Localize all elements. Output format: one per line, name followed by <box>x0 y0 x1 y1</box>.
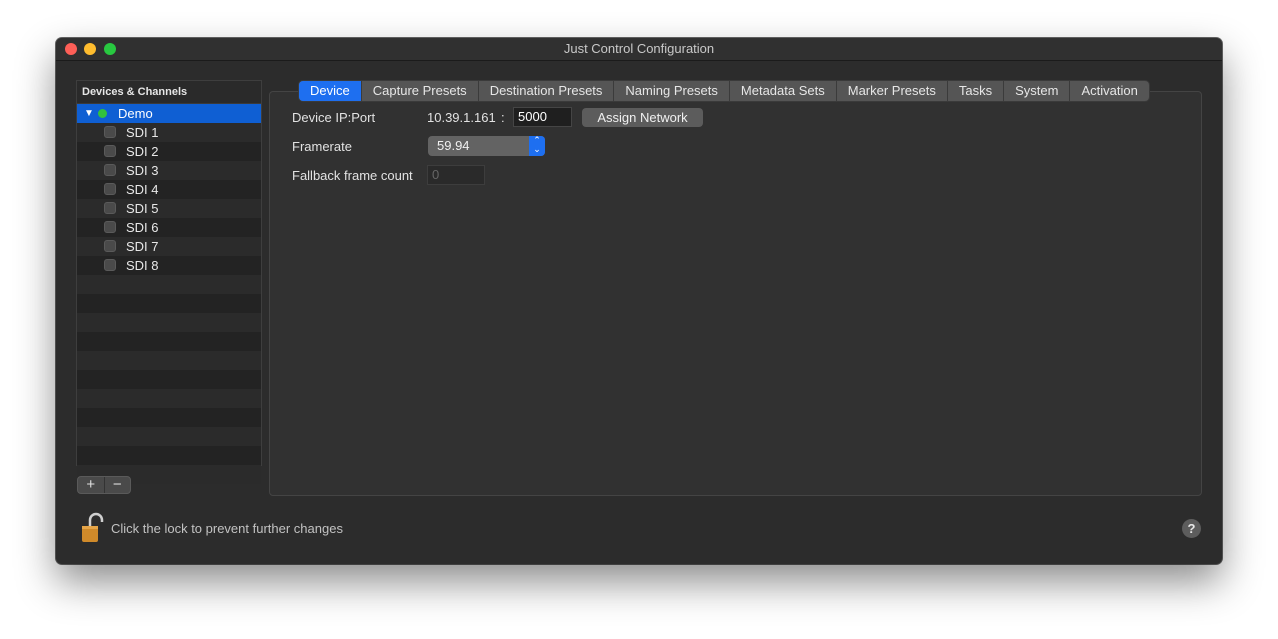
channel-row[interactable]: SDI 7 <box>77 237 261 256</box>
device-label: Demo <box>118 106 153 121</box>
tab-naming-presets[interactable]: Naming Presets <box>613 81 728 101</box>
tab-tasks[interactable]: Tasks <box>946 81 1003 101</box>
empty-row <box>77 313 261 332</box>
add-remove-control: + − <box>77 476 131 494</box>
channel-checkbox[interactable] <box>104 145 116 157</box>
empty-row <box>77 370 261 389</box>
channel-row[interactable]: SDI 3 <box>77 161 261 180</box>
tab-destination-presets[interactable]: Destination Presets <box>477 81 614 101</box>
device-row-demo[interactable]: ▼ Demo <box>77 104 261 123</box>
tab-device[interactable]: Device <box>299 81 361 101</box>
channel-label: SDI 7 <box>126 239 159 254</box>
empty-row <box>77 389 261 408</box>
framerate-value: 59.94 <box>437 138 470 153</box>
channel-checkbox[interactable] <box>104 126 116 138</box>
ip-port-separator: : <box>501 110 505 125</box>
empty-row <box>77 351 261 370</box>
sidebar-header: Devices & Channels <box>77 81 261 104</box>
devices-channels-list: Devices & Channels ▼ Demo SDI 1 SDI 2 SD… <box>76 80 262 484</box>
empty-row <box>77 446 261 465</box>
assign-network-button[interactable]: Assign Network <box>582 108 703 127</box>
tab-capture-presets[interactable]: Capture Presets <box>360 81 478 101</box>
add-device-button[interactable]: + <box>78 477 104 493</box>
empty-row <box>77 427 261 446</box>
channel-row[interactable]: SDI 2 <box>77 142 261 161</box>
empty-row <box>77 294 261 313</box>
channel-label: SDI 6 <box>126 220 159 235</box>
lock-message: Click the lock to prevent further change… <box>111 521 343 536</box>
channel-row[interactable]: SDI 5 <box>77 199 261 218</box>
channel-checkbox[interactable] <box>104 183 116 195</box>
window-title: Just Control Configuration <box>563 41 715 56</box>
framerate-label: Framerate <box>292 139 352 154</box>
config-window: Just Control Configuration Devices & Cha… <box>56 38 1222 564</box>
channel-row[interactable]: SDI 8 <box>77 256 261 275</box>
channel-label: SDI 5 <box>126 201 159 216</box>
fallback-frame-count-field[interactable]: 0 <box>427 165 485 185</box>
tab-activation[interactable]: Activation <box>1069 81 1148 101</box>
tab-system[interactable]: System <box>1003 81 1069 101</box>
empty-row <box>77 332 261 351</box>
device-ip-value: 10.39.1.161 <box>427 110 496 125</box>
sidebar-rows: ▼ Demo SDI 1 SDI 2 SDI 3 SDI 4 SDI 5 SDI… <box>77 104 261 484</box>
channel-row[interactable]: SDI 4 <box>77 180 261 199</box>
close-window-button[interactable] <box>65 43 77 55</box>
device-settings-panel <box>269 91 1202 496</box>
disclosure-triangle-icon[interactable]: ▼ <box>84 104 94 123</box>
channel-checkbox[interactable] <box>104 221 116 233</box>
port-field[interactable]: 5000 <box>513 107 572 127</box>
unlocked-padlock-icon[interactable] <box>80 512 104 544</box>
channel-checkbox[interactable] <box>104 240 116 252</box>
channel-row[interactable]: SDI 6 <box>77 218 261 237</box>
minimize-window-button[interactable] <box>84 43 96 55</box>
tab-metadata-sets[interactable]: Metadata Sets <box>728 81 836 101</box>
channel-label: SDI 1 <box>126 125 159 140</box>
channel-label: SDI 8 <box>126 258 159 273</box>
channel-label: SDI 3 <box>126 163 159 178</box>
settings-tabs: Device Capture Presets Destination Prese… <box>298 80 1150 102</box>
remove-device-button[interactable]: − <box>103 477 131 493</box>
channel-label: SDI 2 <box>126 144 159 159</box>
channel-checkbox[interactable] <box>104 259 116 271</box>
device-ip-label: Device IP:Port <box>292 110 376 125</box>
select-chevron-icon: ⌃ ⌄ <box>529 136 545 156</box>
title-bar[interactable]: Just Control Configuration <box>56 38 1222 61</box>
empty-row <box>77 275 261 294</box>
help-button[interactable]: ? <box>1182 519 1201 538</box>
channel-checkbox[interactable] <box>104 164 116 176</box>
empty-row <box>77 408 261 427</box>
channel-checkbox[interactable] <box>104 202 116 214</box>
channel-row[interactable]: SDI 1 <box>77 123 261 142</box>
zoom-window-button[interactable] <box>104 43 116 55</box>
channel-label: SDI 4 <box>126 182 159 197</box>
status-dot-icon <box>98 109 107 118</box>
framerate-select[interactable]: 59.94 ⌃ ⌄ <box>428 136 545 156</box>
tab-marker-presets[interactable]: Marker Presets <box>835 81 947 101</box>
fallback-frame-count-label: Fallback frame count <box>292 168 413 183</box>
